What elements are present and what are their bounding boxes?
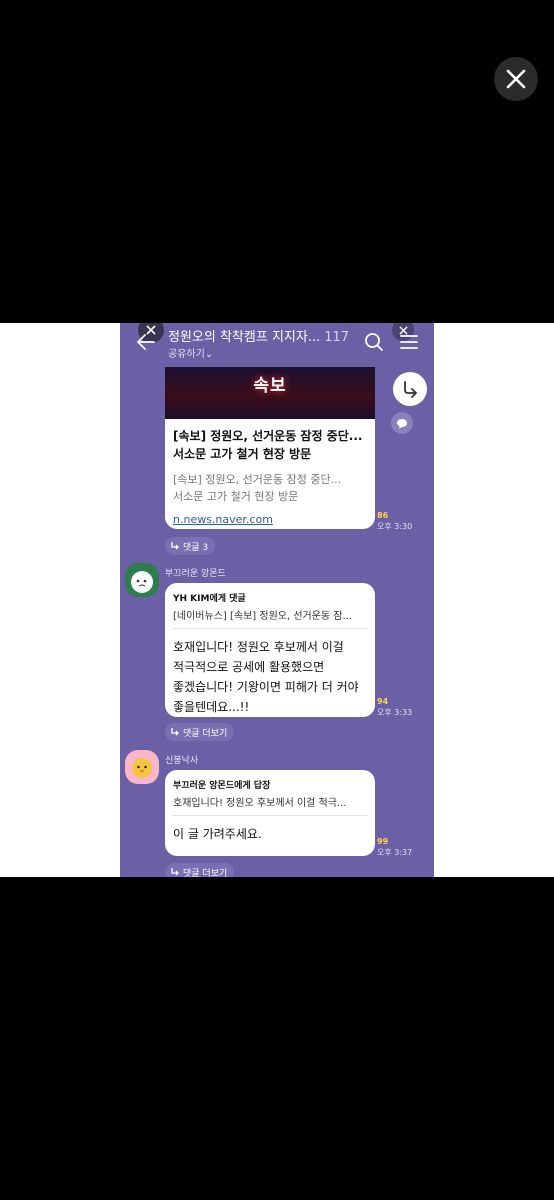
read-count: 99 — [377, 837, 389, 846]
read-count: 86 — [377, 511, 389, 520]
quote-header: YH KIM에게 댓글 — [173, 594, 246, 604]
news-desc-line: 서소문 고가 철거 현장 방문 — [173, 490, 299, 503]
sender-name: 신봉낙사 — [165, 756, 199, 766]
news-meta: 86 오후 3:30 — [377, 510, 412, 532]
more-replies-label: 댓글 더보기 — [183, 728, 228, 739]
back-button[interactable] — [136, 333, 156, 355]
news-desc-line: [속보] 정원오, 선거운동 잠정 중단... — [173, 473, 342, 486]
avatar[interactable] — [125, 750, 159, 784]
forward-button[interactable] — [393, 372, 427, 406]
message-line: 좋겠습니다! 기왕이면 피해가 더 커야 — [173, 680, 359, 694]
share-label: 공유하기 — [168, 349, 205, 360]
message-line: 호재입니다! 정원오 후보께서 이걸 — [173, 640, 344, 654]
quote-header: 부끄러운 앙몬드에게 답장 — [173, 781, 271, 791]
chat-title-text: 정원오의 착착캠프 지지자... — [168, 330, 321, 345]
news-title: [속보] 정원오, 선거운동 잠정 중단... 서소문 고가 철거 현장 방문 — [165, 419, 375, 463]
message-text: 이 글 가려주세요. — [173, 827, 262, 841]
message-bubble[interactable]: 부끄러운 앙몬드에게 답장 호재입니다! 정원오 후보께서 이걸 적극... 이… — [165, 770, 375, 856]
read-count: 94 — [377, 697, 389, 706]
chat-title: 정원오의 착착캠프 지지자... 117 — [168, 326, 368, 345]
back-arrow-icon — [137, 334, 155, 350]
chat-screen: 정원오의 착착캠프 지지자... 117 공유하기⌄ 속보 [속보] 정원오, 선… — [120, 323, 434, 877]
timestamp: 오후 3:30 — [377, 522, 413, 531]
avatar[interactable] — [125, 563, 159, 597]
reply-count-button[interactable]: 댓글 3 — [165, 537, 216, 555]
more-replies-label: 댓글 더보기 — [183, 868, 228, 878]
close-icon — [506, 69, 526, 89]
comment-button[interactable] — [391, 412, 413, 434]
reply-count-label: 댓글 3 — [183, 542, 209, 553]
message-line: 좋을텐데요...!! — [173, 700, 250, 714]
message-bubble[interactable]: YH KIM에게 댓글 [네이버뉴스] [속보] 정원오, 선거운동 잠... … — [165, 583, 375, 717]
news-description: [속보] 정원오, 선거운동 잠정 중단... 서소문 고가 철거 현장 방문 — [165, 463, 375, 505]
message-line: 적극적으로 공세에 활용했으면 — [173, 660, 325, 674]
reply-arrow-icon — [171, 868, 179, 876]
more-replies-button[interactable]: 댓글 더보기 — [165, 863, 235, 878]
menu-button[interactable] — [399, 333, 419, 355]
news-title-line: 서소문 고가 철거 현장 방문 — [173, 447, 312, 461]
news-link-card[interactable]: 속보 [속보] 정원오, 선거운동 잠정 중단... 서소문 고가 철거 현장 … — [165, 367, 375, 529]
news-thumbnail-text: 속보 — [253, 376, 287, 396]
share-dropdown[interactable]: 공유하기⌄ — [168, 345, 213, 360]
sender-name: 부끄러운 앙몬드 — [165, 569, 226, 579]
search-button[interactable] — [364, 332, 384, 356]
reply-arrow-icon — [171, 728, 179, 736]
news-title-line: [속보] 정원오, 선거운동 잠정 중단... — [173, 429, 363, 443]
quote-snippet: [네이버뉴스] [속보] 정원오, 선거운동 잠... — [173, 611, 353, 622]
message-text: 호재입니다! 정원오 후보께서 이걸 적극적으로 공세에 활용했으면 좋겠습니다… — [165, 629, 375, 717]
news-link[interactable]: n.news.naver.com — [165, 505, 375, 529]
timestamp: 오후 3:33 — [377, 708, 413, 717]
viewer-close-button[interactable] — [494, 57, 538, 101]
message-meta: 99 오후 3:37 — [377, 836, 412, 858]
avatar-face-icon — [131, 571, 153, 593]
member-count: 117 — [324, 330, 350, 345]
more-replies-button[interactable]: 댓글 더보기 — [165, 723, 235, 741]
chat-header: 정원오의 착착캠프 지지자... 117 공유하기⌄ — [120, 323, 434, 373]
message-meta: 94 오후 3:33 — [377, 696, 412, 718]
speech-bubble-icon — [397, 418, 407, 428]
reply-arrow-icon — [171, 542, 179, 550]
news-thumbnail: 속보 — [165, 367, 375, 419]
quote-snippet: 호재입니다! 정원오 후보께서 이걸 적극... — [173, 798, 347, 809]
share-arrow-icon — [404, 381, 417, 398]
timestamp: 오후 3:37 — [377, 848, 413, 857]
menu-icon — [400, 335, 418, 349]
avatar-character-icon — [132, 758, 152, 778]
search-icon — [365, 333, 383, 351]
chevron-down-icon: ⌄ — [204, 349, 214, 360]
